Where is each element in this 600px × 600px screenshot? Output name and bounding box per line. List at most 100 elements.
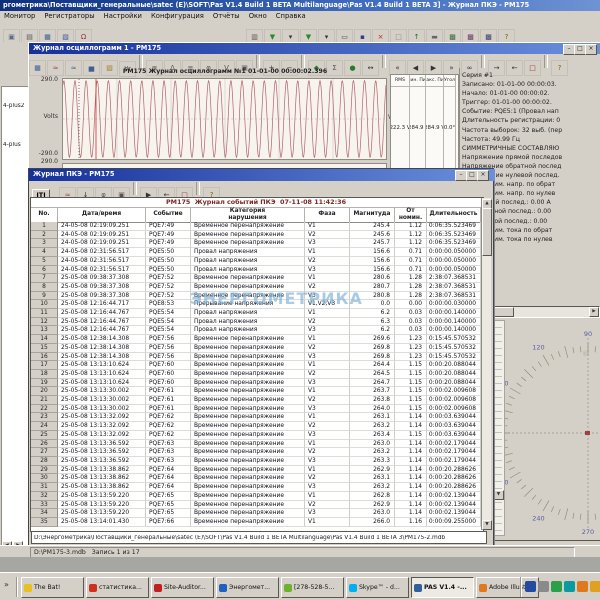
- column-header[interactable]: Категориянарушения: [191, 207, 305, 222]
- table-row[interactable]: 725-05-08 09:38:37.308PQE7:52Временное п…: [31, 274, 481, 283]
- column-header[interactable]: Событие: [146, 207, 191, 222]
- table-row[interactable]: 1225-05-08 12:16:44.767PQE5:54Провал нап…: [31, 318, 481, 327]
- table-cell: V1: [305, 440, 350, 449]
- table-cell: PQE7:61: [146, 405, 191, 414]
- table-cell: V3: [305, 405, 350, 414]
- table-row[interactable]: 1325-05-08 12:16:44.767PQE5:54Провал нап…: [31, 326, 481, 335]
- column-header[interactable]: Отномин.: [395, 207, 427, 222]
- pke-title-bar[interactable]: Журнал ПКЭ - PM175: [29, 169, 495, 181]
- table-row[interactable]: 2325-05-08 13:13:32.092PQE7:62Временное …: [31, 413, 481, 422]
- main-title-bar[interactable]: ргометрика\Поставщики_генеральные\satec …: [0, 0, 600, 11]
- tray-icon[interactable]: [577, 581, 588, 592]
- taskbar-button[interactable]: PAS V1.4 -...: [411, 577, 474, 598]
- tray-icon[interactable]: [551, 581, 562, 592]
- table-row[interactable]: 424-05-08 02:31:56.517PQE5:50Провал напр…: [31, 248, 481, 257]
- table-row[interactable]: 2225-05-08 13:13:30.002PQE7:61Временное …: [31, 405, 481, 414]
- table-cell: Временное перенапряжение: [191, 413, 305, 422]
- column-header[interactable]: Дата/время: [58, 207, 146, 222]
- table-cell: 245.4: [350, 222, 395, 231]
- taskbar-button[interactable]: статистика...: [86, 577, 149, 598]
- table-row[interactable]: 2025-05-08 13:13:30.002PQE7:61Временное …: [31, 387, 481, 396]
- taskbar-button[interactable]: Site-Auditor...: [151, 577, 214, 598]
- table-cell: 0.71: [395, 266, 427, 275]
- y-axis-top-label: 290.0: [34, 76, 58, 83]
- database-path-input[interactable]: [31, 531, 487, 544]
- table-row[interactable]: 324-05-08 02:19:09.251PQE7:49Временное п…: [31, 239, 481, 248]
- table-cell: 263.2: [350, 483, 395, 492]
- device-tree-list[interactable]: 4-plus2 4-plus: [1, 86, 29, 583]
- table-row[interactable]: 2625-05-08 13:13:36.592PQE7:63Временное …: [31, 440, 481, 449]
- table-row[interactable]: 3425-05-08 13:13:59.220PQE7:65Временное …: [31, 509, 481, 518]
- table-cell: 1.15: [395, 361, 427, 370]
- tray-icon[interactable]: [564, 581, 575, 592]
- table-row[interactable]: 2425-05-08 13:13:32.092PQE7:62Временное …: [31, 422, 481, 431]
- menu-item[interactable]: Регистраторы: [44, 11, 94, 22]
- table-row[interactable]: 524-05-08 02:31:56.517PQE5:50Провал напр…: [31, 257, 481, 266]
- waveform-plot[interactable]: [62, 78, 387, 160]
- table-cell: PQE5:54: [146, 326, 191, 335]
- table-row[interactable]: 1425-05-08 12:38:14.308PQE7:56Временное …: [31, 335, 481, 344]
- tree-item[interactable]: 4-plus: [3, 142, 21, 148]
- menu-item[interactable]: Настройки: [104, 11, 142, 22]
- table-row[interactable]: 3025-05-08 13:13:38.862PQE7:64Временное …: [31, 474, 481, 483]
- tray-icon[interactable]: [525, 581, 536, 592]
- menu-item[interactable]: Конфигурация: [151, 11, 204, 22]
- menu-item[interactable]: Окно: [249, 11, 267, 22]
- row-number-cell: 24: [31, 422, 58, 431]
- scroll-down-icon[interactable]: ▼: [482, 520, 492, 530]
- table-row[interactable]: 124-05-08 02:19:09.251PQE7:49Временное п…: [31, 222, 481, 231]
- waveform-icon[interactable]: ≈: [47, 60, 64, 76]
- table-row[interactable]: 1725-05-08 13:13:10.624PQE7:60Временное …: [31, 361, 481, 370]
- table-cell: 1.23: [395, 353, 427, 362]
- column-header[interactable]: Магнитуда: [350, 207, 395, 222]
- taskbar-button[interactable]: The Bat!: [21, 577, 84, 598]
- table-row[interactable]: 3225-05-08 13:13:59.220PQE7:65Временное …: [31, 492, 481, 501]
- table-cell: V1: [305, 222, 350, 231]
- table-row[interactable]: 624-05-08 02:31:56.517PQE5:50Провал напр…: [31, 266, 481, 275]
- table-cell: V2: [305, 344, 350, 353]
- scroll-thumb[interactable]: [482, 208, 492, 256]
- taskbar-button[interactable]: Skype™ - d...: [346, 577, 409, 598]
- menu-item[interactable]: Справка: [276, 11, 306, 22]
- table-row[interactable]: 1925-05-08 13:13:10.624PQE7:60Временное …: [31, 379, 481, 388]
- table-row[interactable]: 1525-05-08 12:38:14.308PQE7:56Временное …: [31, 344, 481, 353]
- taskbar-button[interactable]: [278-528-5...: [281, 577, 344, 598]
- table-row[interactable]: 2125-05-08 13:13:30.002PQE7:61Временное …: [31, 396, 481, 405]
- row-number-cell: 10: [31, 300, 58, 309]
- table-row[interactable]: 1125-05-08 12:16:44.767PQE5:54Провал нап…: [31, 309, 481, 318]
- device-tree-window: 4-plus24-plus ◀ ▶: [0, 42, 29, 557]
- table-row[interactable]: 2525-05-08 13:13:32.092PQE7:62Временное …: [31, 431, 481, 440]
- table-row[interactable]: 3525-05-08 13:14:01.430PQE7:66Временное …: [31, 518, 481, 527]
- table-row[interactable]: 3125-05-08 13:13:38.862PQE7:64Временное …: [31, 483, 481, 492]
- tree-item[interactable]: 4-plus2: [3, 103, 24, 109]
- quicklaunch-chevron-icon[interactable]: »: [4, 580, 9, 589]
- table-row[interactable]: 2925-05-08 13:13:38.862PQE7:64Временное …: [31, 466, 481, 475]
- table-cell: Временное перенапряжение: [191, 509, 305, 518]
- column-header[interactable]: Длительность: [427, 207, 481, 222]
- table-cell: 0:00:00.140000: [427, 309, 481, 318]
- column-header[interactable]: Фаза: [305, 207, 350, 222]
- tray-icon[interactable]: [538, 581, 549, 592]
- table-row[interactable]: 3325-05-08 13:13:59.220PQE7:65Временное …: [31, 501, 481, 510]
- table-cell: PQE7:56: [146, 335, 191, 344]
- taskbar-app-icon: [414, 584, 422, 592]
- menu-item[interactable]: Отчёты: [213, 11, 240, 22]
- phasor-list-down-icon[interactable]: ▼: [493, 490, 504, 500]
- data-grid-icon[interactable]: ▦: [29, 60, 46, 76]
- column-header[interactable]: No.: [31, 207, 58, 222]
- table-cell: PQE7:56: [146, 344, 191, 353]
- event-table-vscrollbar[interactable]: ▲ ▼: [481, 198, 491, 530]
- tray-icon[interactable]: [590, 581, 600, 592]
- table-row[interactable]: 1625-05-08 12:38:14.308PQE7:56Временное …: [31, 353, 481, 362]
- menu-item[interactable]: Монитор: [4, 11, 35, 22]
- table-cell: 0:00:02.179044: [427, 457, 481, 466]
- table-row[interactable]: 2825-05-08 13:13:36.592PQE7:63Временное …: [31, 457, 481, 466]
- osc-close-icon[interactable]: ×: [585, 44, 597, 55]
- table-row[interactable]: 2725-05-08 13:13:36.592PQE7:63Временное …: [31, 448, 481, 457]
- oscillogram-title-bar[interactable]: Журнал осциллограмм 1 - PM175: [29, 43, 600, 54]
- pke-close-icon[interactable]: ×: [477, 170, 489, 181]
- table-row[interactable]: 224-05-08 02:19:09.251PQE7:49Временное п…: [31, 231, 481, 240]
- table-cell: 25-05-08 13:13:32.092: [58, 431, 146, 440]
- taskbar-button[interactable]: Энергомет...: [216, 577, 279, 598]
- table-row[interactable]: 1825-05-08 13:13:10.624PQE7:60Временное …: [31, 370, 481, 379]
